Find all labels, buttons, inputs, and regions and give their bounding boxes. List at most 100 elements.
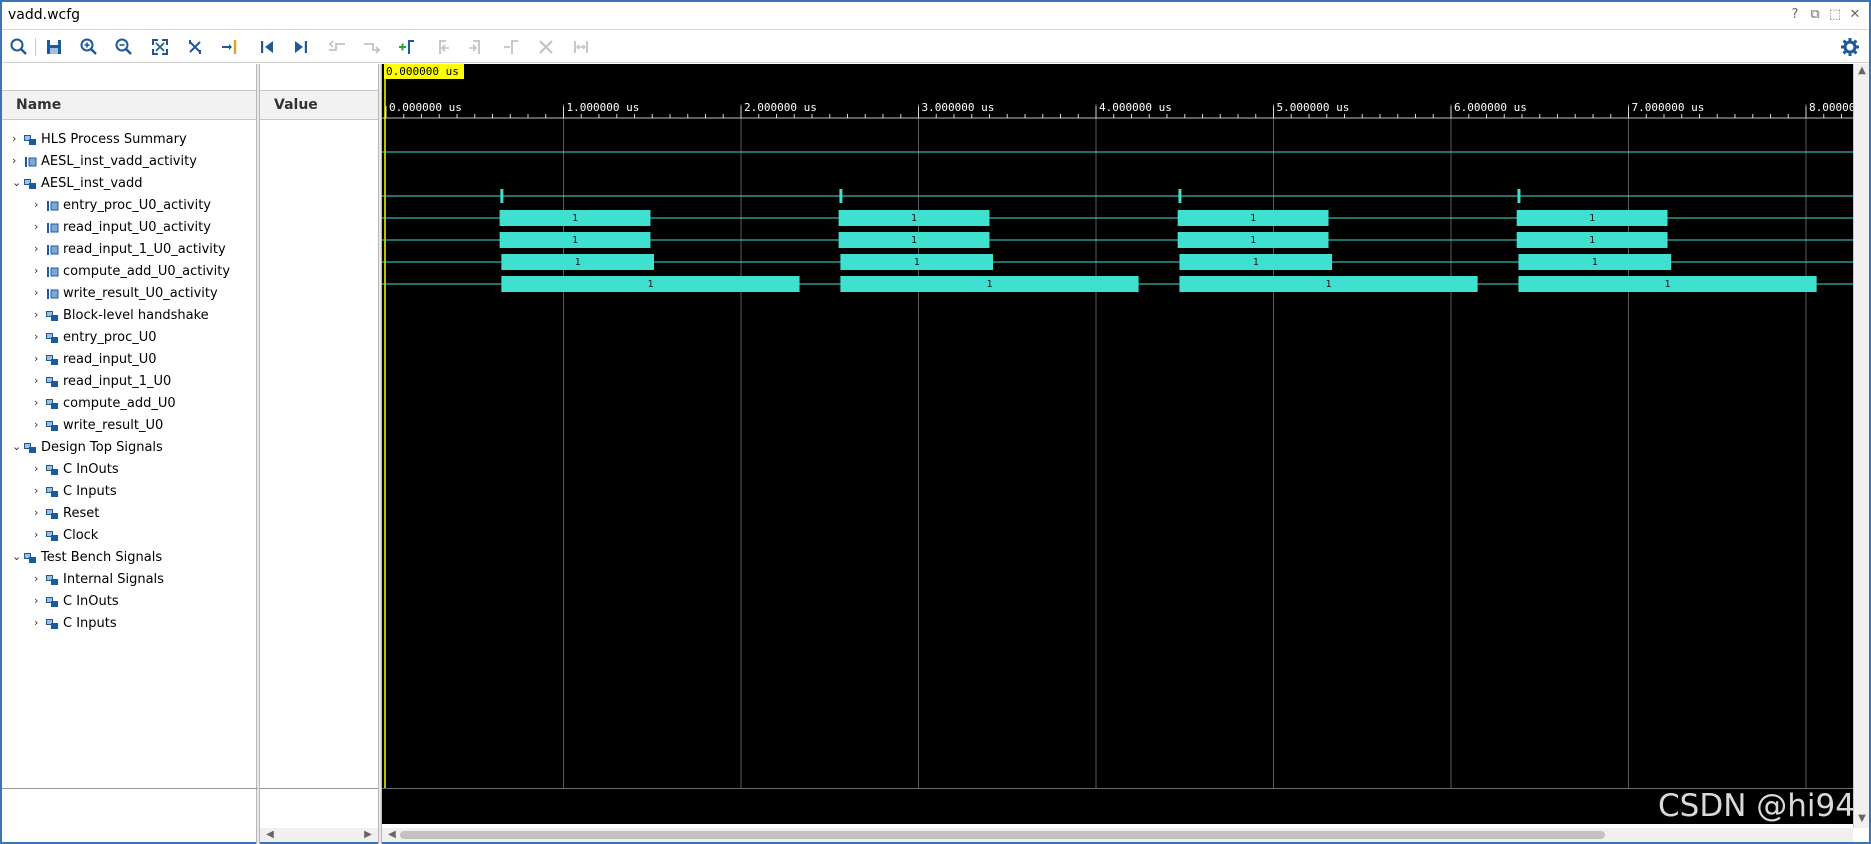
delete-marker-icon[interactable] bbox=[500, 35, 524, 59]
chevron-right-icon[interactable]: › bbox=[34, 418, 46, 432]
chevron-right-icon[interactable]: › bbox=[34, 264, 46, 278]
add-marker-icon[interactable] bbox=[395, 35, 419, 59]
tree-row-label: entry_proc_U0 bbox=[63, 330, 157, 345]
chevron-down-icon[interactable]: ⌄ bbox=[12, 440, 24, 454]
waveform-canvas[interactable]: 0.000000 us 1.000000 us 2.000000 us 3.00000… bbox=[382, 64, 1853, 788]
tree-row[interactable]: › read_input_1_U0_activity bbox=[2, 239, 258, 261]
bus-value: 1 bbox=[1589, 213, 1595, 224]
save-icon[interactable] bbox=[42, 35, 66, 59]
tree-row[interactable]: › compute_add_U0_activity bbox=[2, 261, 258, 283]
chevron-right-icon[interactable]: › bbox=[34, 286, 46, 300]
zoom-in-icon[interactable] bbox=[77, 35, 101, 59]
chevron-right-icon[interactable]: › bbox=[34, 528, 46, 542]
restore-icon[interactable]: ⧉ bbox=[1806, 6, 1824, 24]
tree-row[interactable]: › C Inputs bbox=[2, 613, 258, 635]
name-column-header[interactable]: Name bbox=[2, 90, 258, 120]
value-column-header[interactable]: Value bbox=[260, 90, 378, 120]
divider bbox=[2, 788, 258, 789]
chevron-right-icon[interactable]: › bbox=[34, 308, 46, 322]
chevron-right-icon[interactable]: › bbox=[34, 374, 46, 388]
bus-value: 1 bbox=[647, 279, 653, 290]
waveform-view[interactable]: 0.000000 us 1.000000 us 2.000000 us 3.00000… bbox=[382, 64, 1853, 824]
value-panel: Value bbox=[260, 64, 378, 824]
swap-icon[interactable] bbox=[183, 35, 207, 59]
group-icon bbox=[24, 552, 37, 564]
tree-row[interactable]: › compute_add_U0 bbox=[2, 393, 258, 415]
tree-row[interactable]: › read_input_U0_activity bbox=[2, 217, 258, 239]
go-to-end-icon[interactable] bbox=[289, 35, 313, 59]
previous-marker-icon[interactable] bbox=[430, 35, 454, 59]
tree-row[interactable]: › HLS Process Summary bbox=[2, 129, 258, 151]
chevron-down-icon[interactable]: ⌄ bbox=[12, 550, 24, 564]
tree-row[interactable]: › C Inputs bbox=[2, 481, 258, 503]
chevron-right-icon[interactable]: › bbox=[34, 242, 46, 256]
tree-row[interactable]: › AESL_inst_vadd_activity bbox=[2, 151, 258, 173]
waveform-horizontal-scrollbar[interactable]: ◀ bbox=[382, 828, 1853, 842]
close-icon[interactable]: ✕ bbox=[1846, 6, 1864, 24]
group-icon bbox=[46, 332, 59, 344]
chevron-right-icon[interactable]: › bbox=[34, 506, 46, 520]
tree-row[interactable]: › write_result_U0_activity bbox=[2, 283, 258, 305]
search-icon[interactable] bbox=[7, 35, 31, 59]
bus-value: 1 bbox=[911, 213, 917, 224]
tree-row[interactable]: › Clock bbox=[2, 525, 258, 547]
scroll-up-icon[interactable]: ▲ bbox=[1854, 64, 1870, 78]
help-icon[interactable]: ? bbox=[1786, 6, 1804, 24]
tree-row[interactable]: › entry_proc_U0 bbox=[2, 327, 258, 349]
settings-icon[interactable] bbox=[1838, 35, 1862, 59]
group-icon bbox=[46, 508, 59, 520]
chevron-right-icon[interactable]: › bbox=[12, 154, 24, 168]
zoom-out-icon[interactable] bbox=[112, 35, 136, 59]
chevron-right-icon[interactable]: › bbox=[34, 572, 46, 586]
bus-value: 1 bbox=[914, 257, 920, 268]
value-horizontal-scrollbar[interactable]: ◀ ▶ bbox=[260, 828, 378, 842]
tree-row-label: AESL_inst_vadd bbox=[41, 176, 143, 191]
snap-icon[interactable] bbox=[569, 35, 593, 59]
maximize-icon[interactable]: ⬚ bbox=[1826, 6, 1844, 24]
next-marker-icon[interactable] bbox=[465, 35, 489, 59]
group-icon bbox=[46, 596, 59, 608]
go-to-cursor-icon[interactable] bbox=[218, 35, 242, 59]
tree-row[interactable]: › Block-level handshake bbox=[2, 305, 258, 327]
tree-row[interactable]: › read_input_U0 bbox=[2, 349, 258, 371]
chevron-right-icon[interactable]: › bbox=[34, 220, 46, 234]
bus-value: 1 bbox=[1326, 279, 1332, 290]
chevron-right-icon[interactable]: › bbox=[12, 132, 24, 146]
chevron-down-icon[interactable]: ⌄ bbox=[12, 176, 24, 190]
vertical-scrollbar[interactable]: ▲ ▼ bbox=[1853, 64, 1869, 828]
tree-row[interactable]: ⌄ Design Top Signals bbox=[2, 437, 258, 459]
tree-row[interactable]: › write_result_U0 bbox=[2, 415, 258, 437]
tree-row[interactable]: › read_input_1_U0 bbox=[2, 371, 258, 393]
chevron-right-icon[interactable]: › bbox=[34, 330, 46, 344]
divider bbox=[260, 788, 378, 789]
tree-row[interactable]: ⌄ Test Bench Signals bbox=[2, 547, 258, 569]
tree-row-label: Clock bbox=[63, 528, 99, 543]
bus-value: 1 bbox=[986, 279, 992, 290]
tree-row-label: read_input_1_U0 bbox=[63, 374, 172, 389]
bus-value: 1 bbox=[1589, 235, 1595, 246]
tree-row[interactable]: › Reset bbox=[2, 503, 258, 525]
chevron-right-icon[interactable]: › bbox=[34, 352, 46, 366]
chevron-right-icon[interactable]: › bbox=[34, 462, 46, 476]
tree-row[interactable]: › C InOuts bbox=[2, 591, 258, 613]
chevron-right-icon[interactable]: › bbox=[34, 594, 46, 608]
scroll-thumb[interactable] bbox=[400, 831, 1605, 839]
scroll-left-icon[interactable]: ◀ bbox=[384, 828, 400, 842]
chevron-right-icon[interactable]: › bbox=[34, 616, 46, 630]
chevron-right-icon[interactable]: › bbox=[34, 396, 46, 410]
delete-all-markers-icon[interactable] bbox=[534, 35, 558, 59]
zoom-fit-icon[interactable] bbox=[148, 35, 172, 59]
tree-row[interactable]: › C InOuts bbox=[2, 459, 258, 481]
chevron-right-icon[interactable]: › bbox=[34, 484, 46, 498]
previous-transition-icon[interactable] bbox=[325, 35, 349, 59]
scroll-right-icon[interactable]: ▶ bbox=[360, 828, 376, 842]
tree-row[interactable]: ⌄ AESL_inst_vadd bbox=[2, 173, 258, 195]
tree-row[interactable]: › Internal Signals bbox=[2, 569, 258, 591]
scroll-left-icon[interactable]: ◀ bbox=[262, 828, 278, 842]
go-to-start-icon[interactable] bbox=[255, 35, 279, 59]
chevron-right-icon[interactable]: › bbox=[34, 198, 46, 212]
tree-row[interactable]: › entry_proc_U0_activity bbox=[2, 195, 258, 217]
next-transition-icon[interactable] bbox=[360, 35, 384, 59]
tick-label: 3.000000 us bbox=[922, 101, 995, 114]
scroll-down-icon[interactable]: ▼ bbox=[1854, 812, 1870, 826]
